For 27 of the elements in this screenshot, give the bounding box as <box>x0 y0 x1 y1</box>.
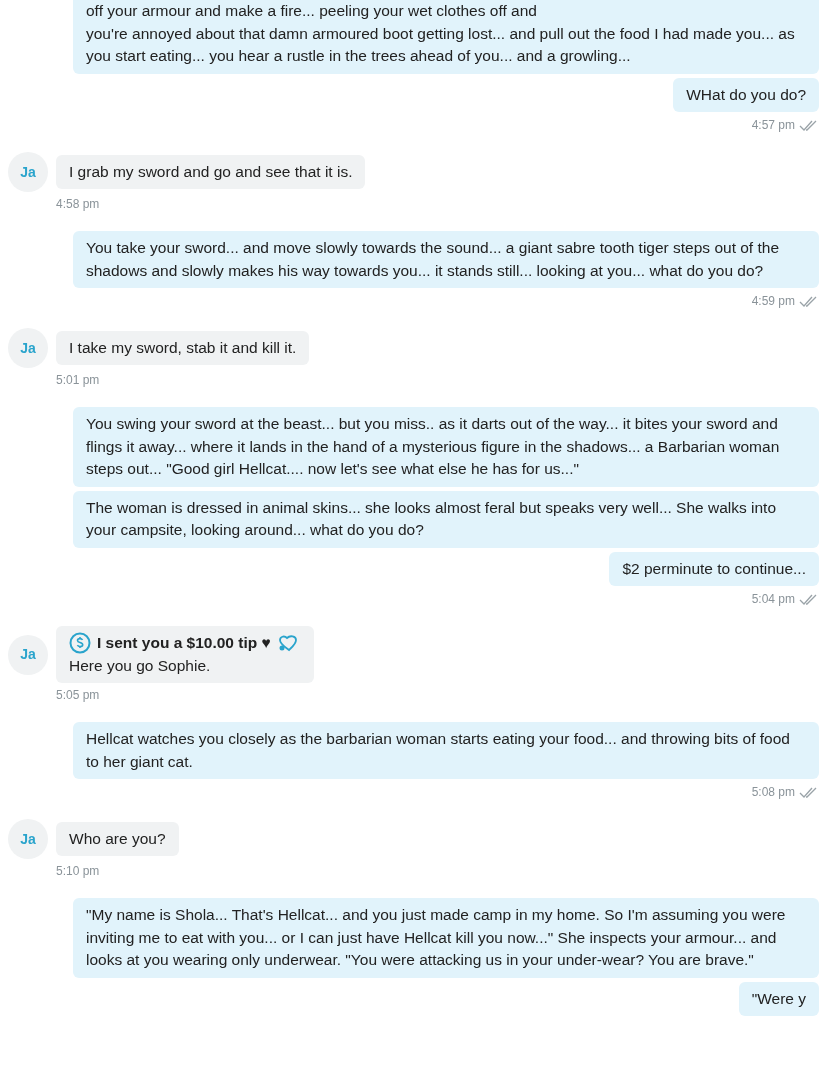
message-time: 5:05 pm <box>55 687 101 704</box>
message-text: I grab my sword and go and see that it is. <box>69 161 353 182</box>
message-bubble: The woman is dressed in animal skins... she looks almost feral but speaks very well... She walks into your campsite, looking around... what do you do? <box>73 490 819 548</box>
message-text: Here you go Sophie. <box>69 655 212 676</box>
message-bubble: You swing your sword at the beast... but you miss.. as it darts out of the way... it bites your sword and flings it away... where it lands in the hand of a mysterious figure in the shadows... a Barbarian woman steps out... "Good girl Hellcat.... now let's see what else he has for us..." <box>73 407 819 487</box>
avatar[interactable]: Ja <box>8 152 48 192</box>
avatar[interactable]: Ja <box>8 328 48 368</box>
avatar[interactable]: Ja <box>8 634 48 675</box>
message-text: I take my sword, stab it and kill it. <box>69 337 297 358</box>
message-bubble: Hellcat watches you closely as the barbarian woman starts eating your food... and throwing bits of food to her giant cat. <box>73 722 819 779</box>
message-text: Who are you? <box>69 828 166 849</box>
message-time: 4:58 pm <box>55 196 101 213</box>
message-time: 4:57 pm <box>751 117 795 134</box>
tip-text: I sent you a $10.00 tip ♥ <box>97 633 271 653</box>
avatar[interactable]: Ja <box>8 819 48 859</box>
message-bubble: You take your sword... and move slowly towards the sound... a giant sabre tooth tiger steps out of the shadows and slowly makes his way towards you... it stands still... looking at you... what do you do? <box>73 231 819 288</box>
message-bubble: "Were y <box>738 981 819 1016</box>
message-time: 5:01 pm <box>55 372 101 389</box>
message-bubble: off your armour and make a fire... peeling your wet clothes off and you're annoyed about that damn armoured boot getting lost... and pull out the food I had made you... as you start eating... you hear a rustle in the trees ahead of you... and a growling... <box>73 0 819 74</box>
message-time: 5:08 pm <box>751 784 795 801</box>
message-bubble: $2 perminute to continue... <box>609 551 819 586</box>
message-time: 5:10 pm <box>55 863 101 880</box>
message-time: 5:04 pm <box>751 591 795 608</box>
message-bubble: "My name is Shola... That's Hellcat... and you just made camp in my home. So I'm assuming you were inviting me to eat with you... or I can just have Hellcat kill you now..." She inspects your armour... and looks at you wearing only underwear. "You were attacking us in your under-wear? You are brave." <box>73 898 819 978</box>
message-bubble: WHat do you do? <box>673 77 819 112</box>
dollar-coin-icon <box>69 632 91 655</box>
message-time: 4:59 pm <box>751 293 795 310</box>
